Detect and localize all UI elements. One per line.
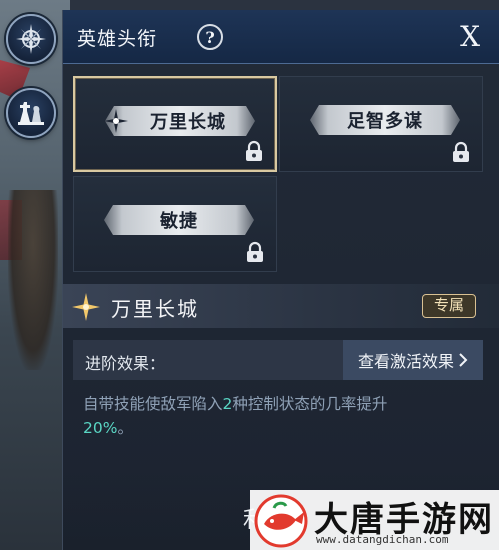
- effect-description: 自带技能使敌军陷入2种控制状态的几率提升 20%。: [83, 392, 473, 440]
- exclusive-badge: 专属: [422, 294, 476, 318]
- lock-icon: [453, 141, 469, 162]
- title-label: 敏捷: [160, 211, 198, 232]
- watermark-url: www.datangdichan.com: [316, 533, 449, 546]
- fish-logo-icon: [254, 494, 308, 548]
- lock-icon: [247, 241, 263, 262]
- close-button[interactable]: X: [460, 20, 480, 53]
- desc-text: 种控制状态的几率提升: [232, 395, 388, 413]
- side-emblem-button[interactable]: [6, 14, 56, 64]
- desc-text: 自带技能使敌军陷入: [83, 395, 223, 413]
- hero-title-panel: 英雄头衔 ? X 万里长城 足智多谋 敏捷 万里长城 专属 进阶效果： 查看激活…: [62, 10, 499, 550]
- selected-title-name: 万里长城: [111, 297, 199, 321]
- panel-title: 英雄头衔: [77, 28, 158, 50]
- background-scenery: [0, 0, 70, 550]
- watermark: 大唐手游网 www.datangdichan.com: [250, 490, 499, 550]
- title-label: 万里长城: [150, 112, 226, 133]
- title-card-wanlichangcheng[interactable]: 万里长城: [73, 76, 277, 172]
- desc-highlight-percent: 20%: [83, 419, 118, 437]
- advance-effect-row: 进阶效果： 查看激活效果: [73, 340, 483, 380]
- lock-icon: [246, 140, 262, 161]
- title-card-minjie[interactable]: 敏捷: [73, 176, 277, 272]
- panel-header: 英雄头衔 ? X: [63, 10, 499, 64]
- gold-star-icon: [72, 293, 100, 321]
- title-card-zuzhiduomou[interactable]: 足智多谋: [279, 76, 483, 172]
- chevron-right-icon: [459, 353, 468, 367]
- desc-text: 。: [117, 419, 133, 437]
- compass-emblem-icon: [16, 24, 46, 54]
- selected-title-header: 万里长城 专属: [63, 284, 499, 328]
- desc-highlight-count: 2: [222, 395, 233, 413]
- view-activation-button[interactable]: 查看激活效果: [343, 340, 483, 380]
- chess-pieces-icon: [18, 102, 44, 125]
- advance-effect-label: 进阶效果：: [85, 354, 166, 373]
- help-button[interactable]: ?: [197, 24, 223, 50]
- side-chess-button[interactable]: [6, 88, 56, 138]
- view-activation-label: 查看激活效果: [357, 352, 454, 371]
- background-figure: [8, 190, 58, 370]
- title-label: 足智多谋: [347, 111, 423, 132]
